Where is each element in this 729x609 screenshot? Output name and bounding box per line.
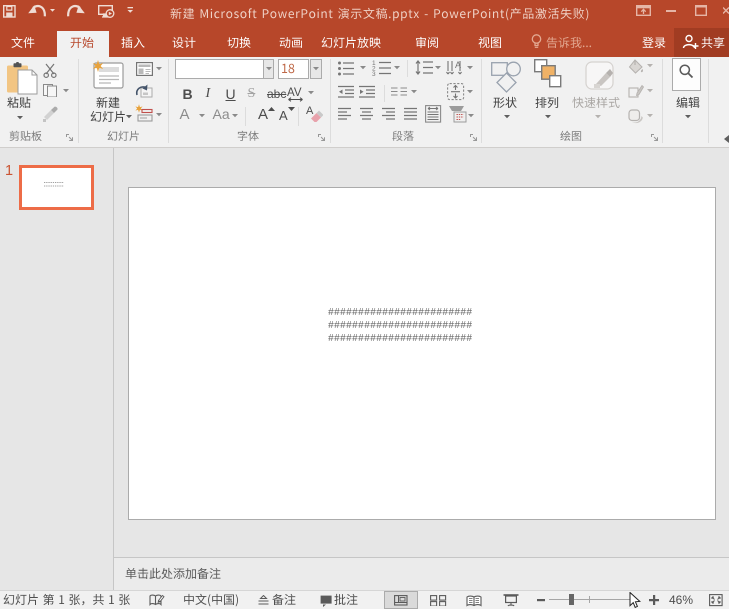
svg-text:3: 3 [372,71,376,77]
svg-text:AV: AV [287,87,302,99]
svg-text:A: A [455,60,461,70]
svg-text:A: A [306,105,314,117]
